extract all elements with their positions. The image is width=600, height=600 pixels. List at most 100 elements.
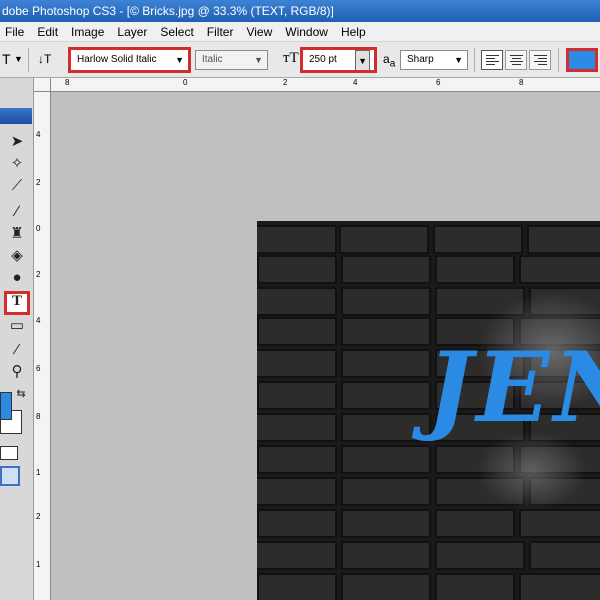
menu-select[interactable]: Select: [155, 22, 201, 42]
brick: [257, 509, 337, 538]
menu-view[interactable]: View: [241, 22, 280, 42]
antialias-icon: aa: [383, 52, 396, 70]
history-brush-tool-icon[interactable]: ♜: [4, 224, 30, 244]
font-size-icon: тT: [283, 50, 299, 66]
antialias-value: Sharp: [407, 54, 434, 65]
menu-image[interactable]: Image: [66, 22, 112, 42]
brick: [257, 381, 337, 410]
ruler-tick-label: 4: [353, 78, 358, 87]
brick: [257, 413, 337, 442]
crop-tool-icon[interactable]: ⟋: [4, 176, 30, 196]
ruler-tick-label: 1: [36, 468, 41, 477]
swap-colors-icon[interactable]: ⇆: [12, 384, 30, 404]
brick: [339, 225, 429, 254]
brick: [257, 225, 337, 254]
separator: [558, 48, 559, 72]
zoom-tool-icon[interactable]: ⚲: [4, 362, 30, 382]
ruler-tick-label: 6: [36, 364, 41, 373]
canvas-text-layer[interactable]: JEN: [427, 331, 600, 444]
ruler-tick-label: 1: [36, 560, 41, 569]
toolbox: ➤ ✧ ⟋ ∕ ♜ ◈ ● T ▭ ⁄ ⚲ ⇆: [0, 78, 34, 600]
paint-bucket-tool-icon[interactable]: ◈: [4, 246, 30, 266]
move-tool-icon[interactable]: ➤: [4, 132, 30, 152]
brick: [519, 255, 600, 284]
font-style-value: Italic: [202, 54, 223, 65]
menu-filter[interactable]: Filter: [202, 22, 242, 42]
menu-window[interactable]: Window: [280, 22, 336, 42]
brick: [435, 573, 515, 600]
brush-tool-icon[interactable]: ∕: [4, 202, 30, 222]
ruler-tick-label: 8: [519, 78, 524, 87]
chevron-down-icon: ▼: [355, 50, 370, 70]
ruler-tick-label: 0: [183, 78, 188, 87]
ruler-tick-label: 4: [36, 316, 41, 325]
align-right-icon: [534, 55, 547, 67]
quick-mask-button[interactable]: [0, 446, 18, 460]
chevron-down-icon[interactable]: ▼: [14, 54, 23, 64]
brick: [341, 317, 431, 346]
ruler-tick-label: 8: [36, 412, 41, 421]
font-size-value: 250 pt: [309, 54, 337, 65]
brick: [257, 445, 337, 474]
menu-bar: File Edit Image Layer Select Filter View…: [0, 22, 600, 42]
menu-edit[interactable]: Edit: [32, 22, 66, 42]
text-orientation-icon[interactable]: ↓T: [38, 52, 51, 66]
antialias-dropdown[interactable]: Sharp ▼: [400, 50, 468, 70]
magic-wand-tool-icon[interactable]: ✧: [4, 154, 30, 174]
brick: [257, 287, 337, 316]
brick: [435, 541, 525, 570]
brick: [341, 573, 431, 600]
brick: [527, 225, 600, 254]
screen-mode-button[interactable]: [0, 466, 20, 486]
ruler-tick-label: 2: [36, 178, 41, 187]
font-family-value: Harlow Solid Italic: [77, 54, 157, 65]
align-right-button[interactable]: [529, 50, 551, 70]
align-center-button[interactable]: [505, 50, 527, 70]
ruler-origin[interactable]: [34, 78, 51, 92]
brick: [529, 541, 600, 570]
brick: [341, 287, 431, 316]
font-size-dropdown[interactable]: 250 pt ▼: [300, 47, 377, 73]
brick: [341, 349, 431, 378]
brick: [435, 255, 515, 284]
options-bar: T ▼ ↓T Harlow Solid Italic ▼ Italic ▼ тT…: [0, 42, 600, 78]
eyedropper-tool-icon[interactable]: ⁄: [4, 340, 30, 360]
ruler-tick-label: 6: [436, 78, 441, 87]
brick: [341, 413, 431, 442]
shape-tool-icon[interactable]: ▭: [4, 316, 30, 336]
toolbox-grip[interactable]: [0, 108, 32, 124]
tool-preset-icon[interactable]: T: [2, 51, 11, 67]
chevron-down-icon: ▼: [454, 55, 463, 65]
separator: [474, 48, 475, 72]
window-title: dobe Photoshop CS3 - [© Bricks.jpg @ 33.…: [2, 4, 334, 18]
ruler-tick-label: 0: [36, 224, 41, 233]
brick: [341, 255, 431, 284]
brick: [519, 573, 600, 600]
brick: [257, 573, 337, 600]
ruler-tick-label: 8: [65, 78, 70, 87]
dodge-tool-icon[interactable]: ●: [4, 268, 30, 288]
vertical-ruler[interactable]: 4 2 0 2 4 6 8 1 2 1: [34, 92, 51, 600]
menu-help[interactable]: Help: [336, 22, 374, 42]
brick: [257, 349, 337, 378]
brick: [341, 381, 431, 410]
menu-file[interactable]: File: [0, 22, 32, 42]
brick: [341, 541, 431, 570]
align-left-icon: [486, 55, 499, 67]
align-left-button[interactable]: [481, 50, 503, 70]
text-color-swatch[interactable]: [566, 48, 598, 72]
brick: [257, 317, 337, 346]
font-style-dropdown[interactable]: Italic ▼: [195, 50, 268, 70]
brick: [435, 509, 515, 538]
chevron-down-icon: ▼: [175, 55, 184, 65]
ruler-tick-label: 4: [36, 130, 41, 139]
foreground-color-swatch[interactable]: [0, 392, 12, 420]
menu-layer[interactable]: Layer: [112, 22, 155, 42]
horizontal-ruler[interactable]: 8 0 2 4 6 8: [51, 78, 600, 92]
separator: [28, 48, 29, 72]
type-tool-icon[interactable]: T: [4, 291, 30, 315]
font-family-dropdown[interactable]: Harlow Solid Italic ▼: [68, 47, 191, 73]
brick: [519, 509, 600, 538]
document-canvas[interactable]: JEN: [257, 221, 600, 600]
ruler-tick-label: 2: [36, 270, 41, 279]
